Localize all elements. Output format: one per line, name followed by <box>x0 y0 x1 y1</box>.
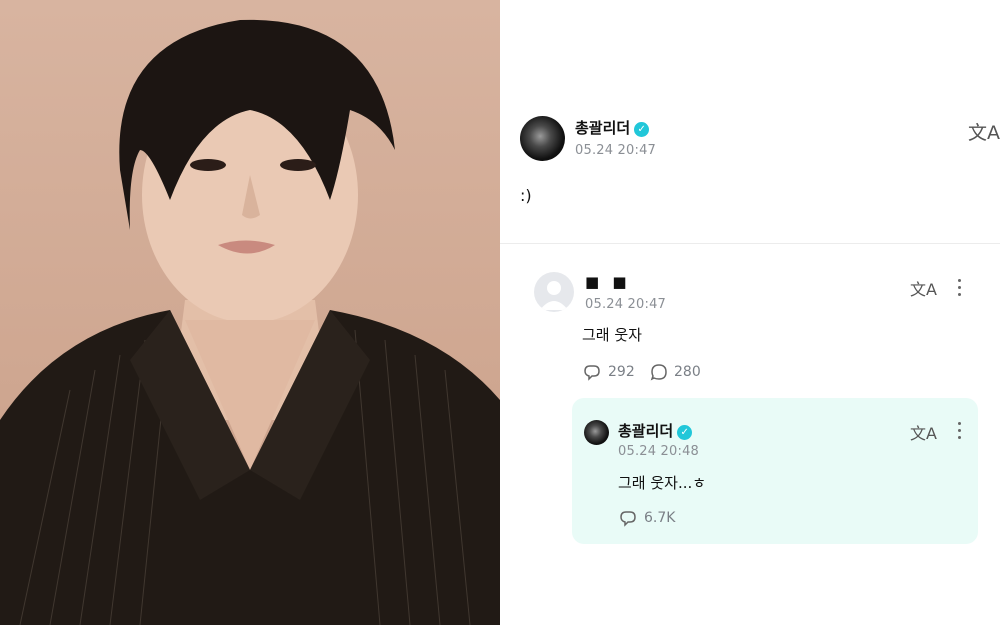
more-vert-icon[interactable] <box>958 422 962 443</box>
reply-author-name: 총괄리더 <box>618 422 674 440</box>
default-user-icon <box>540 281 568 310</box>
like-icon[interactable] <box>582 362 602 386</box>
verified-icon: ✓ <box>634 122 650 137</box>
post-thread: 총괄리더 ✓ 05.24 20:47 文A :) ■ ■ 05.24 20:47 … <box>500 0 1000 625</box>
reply-author-avatar[interactable] <box>584 420 609 445</box>
divider <box>500 243 1000 244</box>
comment-like-count: 292 <box>608 364 635 380</box>
commenter-avatar[interactable] <box>534 272 574 312</box>
comment-text: 그래 웃자 <box>582 326 642 344</box>
post-author-name: 총괄리더 <box>575 119 631 137</box>
post-author[interactable]: 총괄리더 ✓ <box>575 117 650 138</box>
reply-timestamp: 05.24 20:48 <box>618 444 700 459</box>
translate-icon[interactable]: 文A <box>968 118 1000 145</box>
like-icon[interactable] <box>618 508 638 532</box>
reply-like-count: 6.7K <box>644 510 676 526</box>
more-vert-icon[interactable] <box>958 279 962 300</box>
comment-timestamp: 05.24 20:47 <box>585 297 667 312</box>
translate-icon[interactable]: 文A <box>910 420 937 444</box>
profile-photo <box>0 0 500 625</box>
comment-icon[interactable] <box>649 362 669 386</box>
comment-reply-count: 280 <box>674 364 701 380</box>
translate-icon[interactable]: 文A <box>910 276 937 300</box>
author-avatar[interactable] <box>520 116 565 161</box>
verified-icon: ✓ <box>677 425 693 440</box>
post-text: :) <box>520 186 532 205</box>
person-portrait-image <box>0 19 500 625</box>
comment-author[interactable]: ■ ■ <box>585 273 631 291</box>
post-timestamp: 05.24 20:47 <box>575 143 657 158</box>
reply-text: 그래 웃자...ㅎ <box>618 474 707 492</box>
reply-author[interactable]: 총괄리더 ✓ <box>618 420 693 441</box>
